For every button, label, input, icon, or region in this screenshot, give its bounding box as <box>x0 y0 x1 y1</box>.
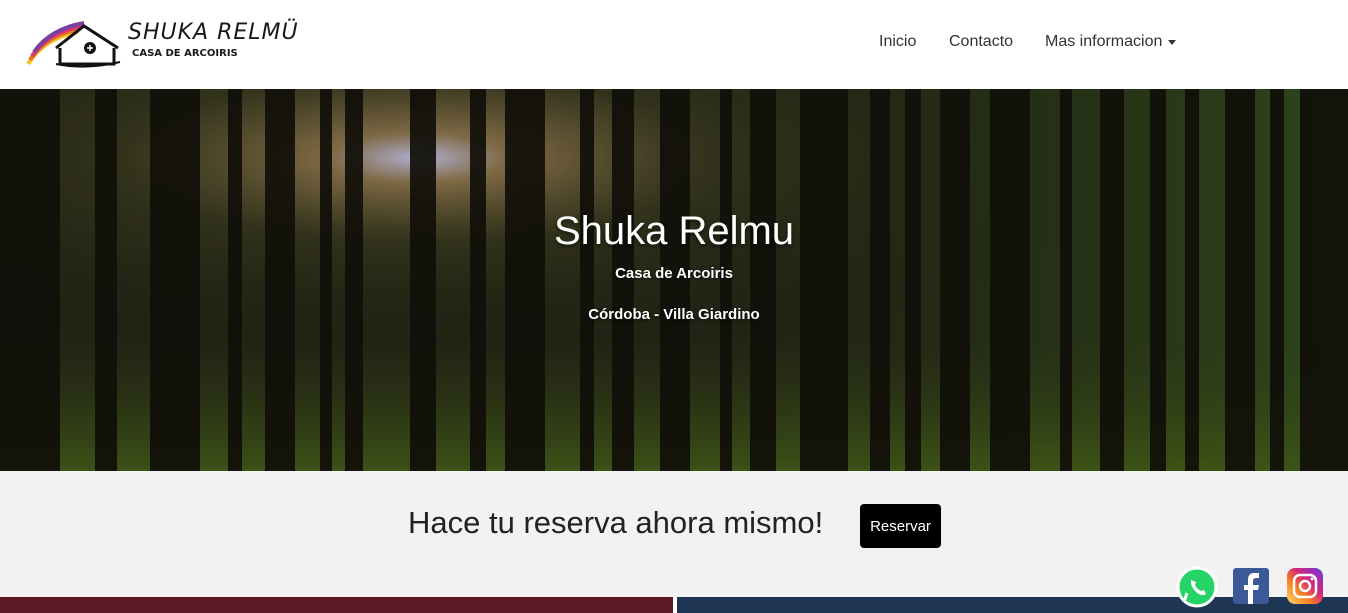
nav-item-mas-informacion[interactable]: Mas informacion <box>1045 33 1177 51</box>
brand-logo[interactable]: SHUKA RELMÜ CASA DE ARCOIRIS <box>26 18 306 72</box>
instagram-icon[interactable] <box>1287 568 1323 604</box>
hero-location: Córdoba - Villa Giardino <box>588 306 760 323</box>
reservation-banner: Hace tu reserva ahora mismo! Reservar <box>0 471 1348 597</box>
brand-name: SHUKA RELMÜ <box>128 20 299 45</box>
hero-subtitle: Casa de Arcoiris <box>615 265 733 282</box>
house-rainbow-icon <box>26 21 121 68</box>
navbar: SHUKA RELMÜ CASA DE ARCOIRIS Inicio Cont… <box>0 0 1348 89</box>
hero-title: Shuka Relmu <box>553 209 795 253</box>
hero-banner: Shuka Relmu Casa de Arcoiris Córdoba - V… <box>0 89 1348 471</box>
nav-item-mas-informacion-label: Mas informacion <box>1045 33 1163 50</box>
card-image-left <box>0 597 673 613</box>
whatsapp-icon[interactable] <box>1176 566 1218 608</box>
nav-item-inicio[interactable]: Inicio <box>879 33 916 51</box>
facebook-icon[interactable] <box>1233 568 1269 604</box>
brand-subtitle: CASA DE ARCOIRIS <box>132 48 238 59</box>
reservation-prompt: Hace tu reserva ahora mismo! <box>408 505 824 540</box>
reservar-button[interactable]: Reservar <box>860 504 941 548</box>
nav-item-contacto[interactable]: Contacto <box>949 33 1013 51</box>
caret-down-icon <box>1168 39 1177 45</box>
